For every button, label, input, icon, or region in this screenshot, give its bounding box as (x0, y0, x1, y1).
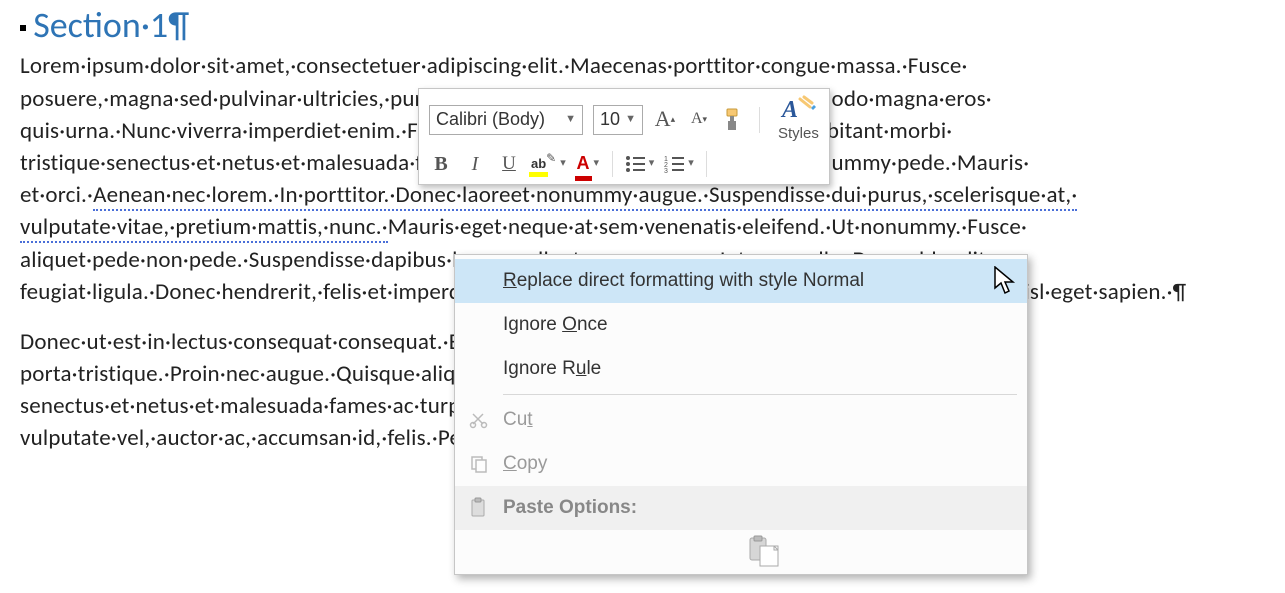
context-menu: Replace direct formatting with style Nor… (454, 254, 1028, 575)
toolbar-separator (612, 151, 613, 177)
mini-toolbar: Calibri (Body) ▼ 10 ▼ A▴ A▾ A (418, 88, 830, 185)
font-size-selector[interactable]: 10 ▼ (593, 105, 643, 135)
menu-text: R (503, 270, 517, 291)
highlight-color-button[interactable]: ab✎ ▾ (531, 150, 566, 178)
styles-label: Styles (778, 123, 819, 144)
heading-section[interactable]: Section·1¶ (33, 3, 189, 47)
chevron-down-icon[interactable]: ▾ (688, 156, 694, 171)
menu-text: u (576, 358, 587, 379)
grow-font-button[interactable]: A▴ (653, 106, 677, 134)
menu-text: t (527, 409, 532, 430)
menu-separator (503, 394, 1017, 395)
mini-toolbar-row-1: Calibri (Body) ▼ 10 ▼ A▴ A▾ A (429, 95, 819, 144)
bullets-button[interactable]: ▾ (625, 150, 655, 178)
underline-button[interactable]: U (497, 150, 521, 178)
menu-copy: Copy (455, 442, 1027, 486)
menu-text: Ignore R (503, 358, 576, 379)
chevron-down-icon[interactable]: ▾ (594, 156, 600, 171)
scissors-icon (455, 410, 503, 430)
menu-text: eplace direct formatting with style Norm… (517, 270, 864, 291)
menu-text: le (586, 358, 601, 379)
toolbar-separator (759, 107, 760, 133)
font-name-value: Calibri (Body) (436, 107, 545, 132)
menu-ignore-once[interactable]: Ignore Once (455, 303, 1027, 347)
mini-toolbar-row-2: B I U ab✎ ▾ A ▾ ▾ 123 ▾ (429, 150, 819, 178)
paste-option-keep-text[interactable] (455, 530, 1027, 570)
menu-text: Cu (503, 409, 527, 430)
menu-replace-formatting[interactable]: Replace direct formatting with style Nor… (455, 259, 1027, 303)
chevron-down-icon[interactable]: ▾ (560, 156, 566, 171)
shrink-font-button[interactable]: A▾ (687, 106, 711, 134)
styles-button[interactable]: A Styles (778, 95, 819, 144)
menu-text: nce (577, 314, 608, 335)
list-bullet (20, 25, 26, 31)
italic-button[interactable]: I (463, 150, 487, 178)
menu-cut: Cut (455, 398, 1027, 442)
menu-text: O (562, 314, 577, 335)
menu-ignore-rule[interactable]: Ignore Rule (455, 347, 1027, 391)
svg-text:3: 3 (664, 168, 668, 173)
numbering-button[interactable]: 123 ▾ (664, 150, 694, 178)
svg-text:A: A (780, 97, 798, 123)
menu-text: opy (517, 453, 548, 474)
menu-text: Ignore (503, 314, 562, 335)
font-name-selector[interactable]: Calibri (Body) ▼ (429, 105, 583, 135)
copy-icon (455, 454, 503, 474)
chevron-down-icon[interactable]: ▾ (649, 156, 655, 171)
font-size-value: 10 (600, 107, 620, 132)
menu-text: C (503, 453, 517, 474)
format-painter-button[interactable] (721, 106, 747, 134)
menu-paste-options[interactable]: Paste Options: (455, 486, 1027, 530)
toolbar-separator (706, 151, 707, 177)
paste-icon (455, 497, 503, 519)
font-color-button[interactable]: A ▾ (576, 150, 600, 178)
bold-button[interactable]: B (429, 150, 453, 178)
chevron-down-icon[interactable]: ▼ (565, 112, 576, 127)
menu-text: Paste Options: (503, 495, 1011, 522)
chevron-down-icon[interactable]: ▼ (625, 112, 636, 127)
